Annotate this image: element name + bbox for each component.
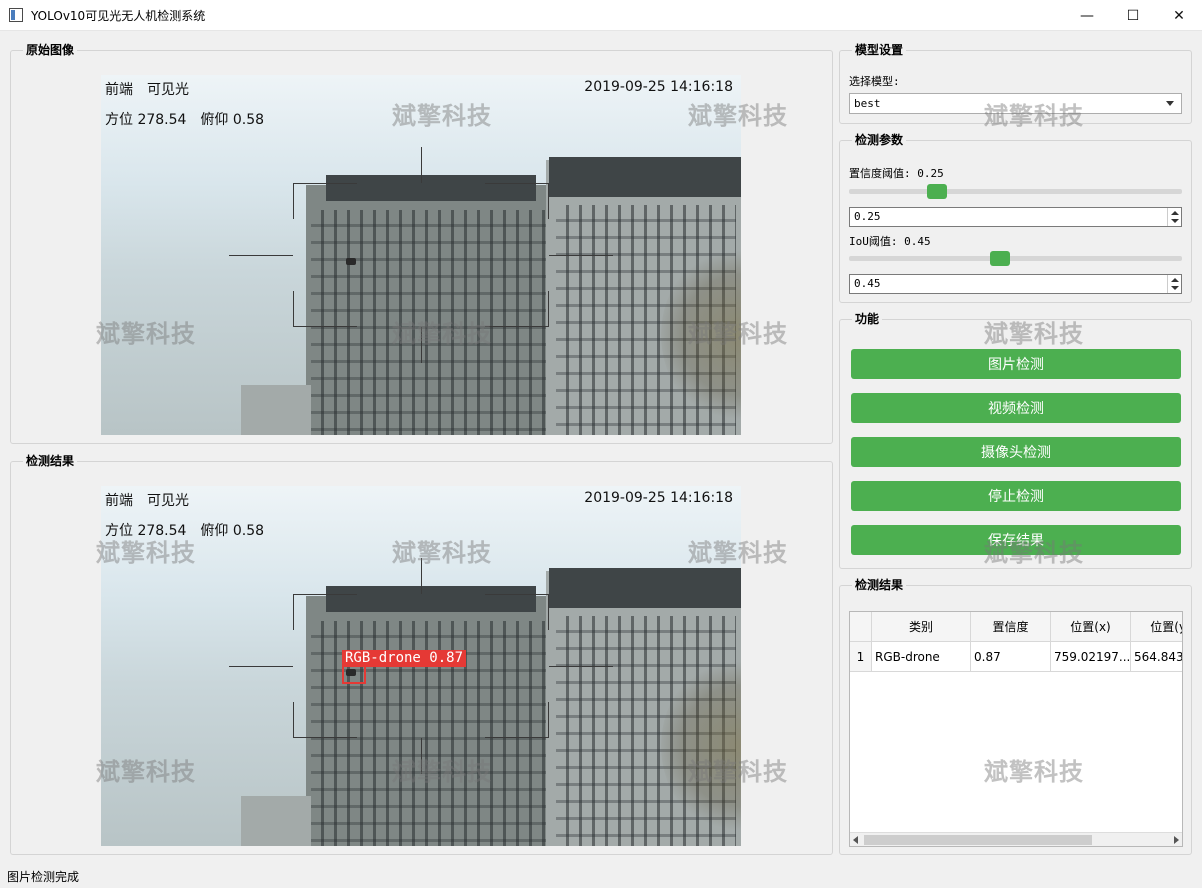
camera-mode-text: 前端 可见光 xyxy=(105,82,189,98)
orientation-text: 方位 278.54 俯仰 0.58 xyxy=(105,112,265,128)
iou-slider-handle[interactable] xyxy=(990,251,1010,266)
timestamp-text: 2019-09-25 14:16:18 xyxy=(584,490,733,506)
maximize-button[interactable]: ☐ xyxy=(1110,0,1156,31)
results-table: 类别 置信度 位置(x) 位置(y) 1 RGB-drone 0.87 759.… xyxy=(849,611,1183,847)
drone-object xyxy=(346,258,356,265)
image-detect-button[interactable]: 图片检测 xyxy=(851,349,1181,379)
detection-label: RGB-drone 0.87 xyxy=(342,650,467,667)
result-image-panel: 检测结果 RGB-drone 0.87 前端 可见光 2019-09-25 14… xyxy=(10,453,833,855)
chevron-down-icon xyxy=(1166,101,1174,106)
title-bar: YOLOv10可见光无人机检测系统 — ☐ ✕ xyxy=(0,0,1202,31)
results-table-title: 检测结果 xyxy=(852,577,907,593)
model-select[interactable]: best xyxy=(849,93,1182,114)
window-controls: — ☐ ✕ xyxy=(1064,0,1202,31)
status-bar: 图片检测完成 xyxy=(7,870,80,884)
model-settings-panel: 模型设置 选择模型: best xyxy=(839,42,1192,124)
confidence-spinbox[interactable]: 0.25 xyxy=(849,207,1182,227)
timestamp-text: 2019-09-25 14:16:18 xyxy=(584,79,733,95)
camera-detect-button[interactable]: 摄像头检测 xyxy=(851,437,1181,467)
functions-panel: 功能 图片检测 视频检测 摄像头检测 停止检测 保存结果 xyxy=(839,311,1192,569)
original-image-panel: 原始图像 前端 可见光 2019-09-25 14:16:18 方位 278.5… xyxy=(10,42,833,444)
scroll-right-icon[interactable] xyxy=(1174,836,1179,844)
results-table-panel: 检测结果 类别 置信度 位置(x) 位置(y) 1 RGB-drone 0.87… xyxy=(839,577,1192,855)
result-image: RGB-drone 0.87 前端 可见光 2019-09-25 14:16:1… xyxy=(101,486,741,846)
row-number[interactable]: 1 xyxy=(850,642,872,672)
confidence-value: 0.25 xyxy=(854,210,881,223)
model-settings-title: 模型设置 xyxy=(852,42,907,58)
spin-arrows-icon[interactable] xyxy=(1167,275,1181,293)
model-select-value: best xyxy=(854,97,881,110)
column-header-x[interactable]: 位置(x) xyxy=(1051,612,1131,642)
table-cell-class[interactable]: RGB-drone xyxy=(872,642,971,672)
window-title: YOLOv10可见光无人机检测系统 xyxy=(31,8,206,23)
close-button[interactable]: ✕ xyxy=(1156,0,1202,31)
confidence-slider[interactable] xyxy=(849,189,1182,194)
column-header-confidence[interactable]: 置信度 xyxy=(971,612,1051,642)
column-header-class[interactable]: 类别 xyxy=(872,612,971,642)
detect-params-title: 检测参数 xyxy=(852,132,907,148)
app-icon xyxy=(9,8,23,22)
confidence-label: 置信度阈值: 0.25 xyxy=(849,167,944,180)
result-image-title: 检测结果 xyxy=(23,453,78,469)
iou-spinbox[interactable]: 0.45 xyxy=(849,274,1182,294)
save-result-button[interactable]: 保存结果 xyxy=(851,525,1181,555)
spin-arrows-icon[interactable] xyxy=(1167,208,1181,226)
table-cell-confidence[interactable]: 0.87 xyxy=(971,642,1051,672)
scroll-left-icon[interactable] xyxy=(853,836,858,844)
iou-slider[interactable] xyxy=(849,256,1182,261)
stop-detect-button[interactable]: 停止检测 xyxy=(851,481,1181,511)
confidence-slider-handle[interactable] xyxy=(927,184,947,199)
detect-params-panel: 检测参数 置信度阈值: 0.25 0.25 IoU阈值: 0.45 0.45 xyxy=(839,132,1192,303)
video-detect-button[interactable]: 视频检测 xyxy=(851,393,1181,423)
minimize-button[interactable]: — xyxy=(1064,0,1110,31)
iou-value: 0.45 xyxy=(854,277,881,290)
table-cell-x[interactable]: 759.02197... xyxy=(1051,642,1131,672)
camera-mode-text: 前端 可见光 xyxy=(105,493,189,509)
model-select-label: 选择模型: xyxy=(849,75,900,88)
table-cell-y[interactable]: 564.8435... xyxy=(1131,642,1182,672)
functions-title: 功能 xyxy=(852,311,883,327)
iou-label: IoU阈值: 0.45 xyxy=(849,235,931,248)
detection-box xyxy=(342,665,366,684)
original-image-title: 原始图像 xyxy=(23,42,78,58)
original-image: 前端 可见光 2019-09-25 14:16:18 方位 278.54 俯仰 … xyxy=(101,75,741,435)
column-header-y[interactable]: 位置(y) xyxy=(1131,612,1182,642)
table-corner xyxy=(850,612,872,642)
orientation-text: 方位 278.54 俯仰 0.58 xyxy=(105,523,265,539)
horizontal-scrollbar[interactable] xyxy=(850,832,1182,846)
scrollbar-thumb[interactable] xyxy=(864,835,1092,845)
